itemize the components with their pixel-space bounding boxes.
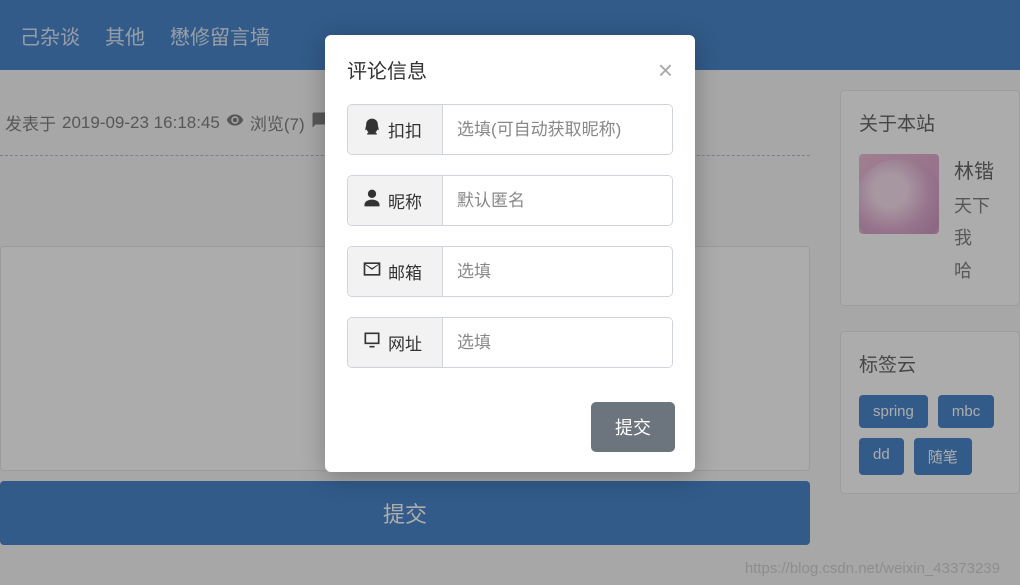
url-label: 网址 (388, 330, 422, 355)
qq-input-group: 扣扣 (347, 104, 673, 155)
url-input-group: 网址 (347, 317, 673, 368)
user-icon (362, 188, 382, 213)
email-input-group: 邮箱 (347, 246, 673, 297)
envelope-icon (362, 259, 382, 284)
close-icon: × (658, 55, 673, 85)
modal-submit-button[interactable]: 提交 (591, 402, 675, 452)
qq-label: 扣扣 (388, 117, 422, 142)
modal-title: 评论信息 (347, 55, 427, 84)
nick-input-group: 昵称 (347, 175, 673, 226)
nick-input[interactable] (443, 176, 673, 225)
watermark: https://blog.csdn.net/weixin_43373239 (745, 560, 1000, 577)
qq-icon (362, 117, 382, 142)
comment-modal: 评论信息 × 扣扣 昵称 (325, 35, 695, 472)
email-label: 邮箱 (388, 259, 422, 284)
email-input[interactable] (443, 247, 673, 296)
url-input[interactable] (443, 318, 673, 367)
nick-label: 昵称 (388, 188, 422, 213)
qq-input[interactable] (443, 105, 673, 154)
close-button[interactable]: × (658, 57, 673, 83)
monitor-icon (362, 330, 382, 355)
modal-overlay[interactable]: 评论信息 × 扣扣 昵称 (0, 0, 1020, 585)
